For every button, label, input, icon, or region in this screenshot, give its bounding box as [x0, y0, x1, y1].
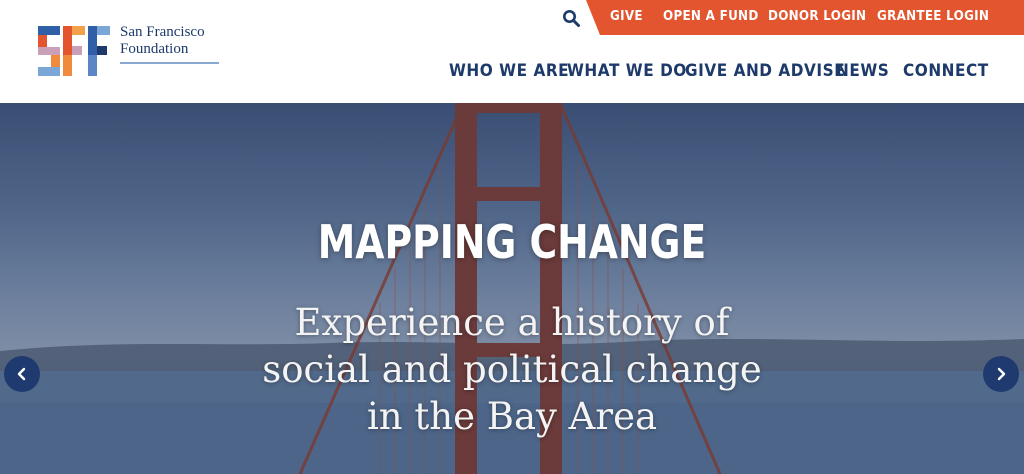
nav-give-and-advise[interactable]: GIVE AND ADVISE [685, 61, 845, 81]
hero-subtitle-line: social and political change [262, 348, 762, 391]
logo-line2: Foundation [120, 41, 189, 57]
nav-donor-login[interactable]: DONOR LOGIN [768, 9, 866, 24]
search-icon[interactable] [562, 9, 580, 27]
nav-connect[interactable]: CONNECT [903, 61, 989, 81]
hero-carousel: MAPPING CHANGE Experience a history of s… [0, 103, 1024, 474]
chevron-left-icon [17, 367, 26, 381]
carousel-prev-button[interactable] [4, 356, 40, 392]
logo-underline [120, 62, 219, 64]
logo-wordmark: San Francisco Foundation [120, 24, 219, 64]
logo-line1: San Francisco [120, 24, 205, 40]
hero-subtitle-line: in the Bay Area [366, 395, 658, 438]
nav-news[interactable]: NEWS [836, 61, 889, 81]
nav-open-a-fund[interactable]: OPEN A FUND [663, 9, 759, 24]
hero-title: MAPPING CHANGE [317, 215, 707, 269]
logo[interactable]: San Francisco Foundation [38, 22, 219, 78]
hero-subtitle: Experience a history of social and polit… [212, 299, 812, 440]
nav-give[interactable]: GIVE [610, 9, 643, 24]
site-header: San Francisco Foundation GIVE OPEN A FUN… [0, 0, 1024, 103]
hero-subtitle-line: Experience a history of [294, 301, 730, 344]
chevron-right-icon [997, 367, 1006, 381]
nav-grantee-login[interactable]: GRANTEE LOGIN [877, 9, 989, 24]
sff-logo-mark [38, 26, 110, 76]
carousel-next-button[interactable] [983, 356, 1019, 392]
nav-what-we-do[interactable]: WHAT WE DO [567, 61, 687, 81]
utility-bar: GIVE OPEN A FUND DONOR LOGIN GRANTEE LOG… [586, 0, 1024, 35]
nav-who-we-are[interactable]: WHO WE ARE [449, 61, 569, 81]
